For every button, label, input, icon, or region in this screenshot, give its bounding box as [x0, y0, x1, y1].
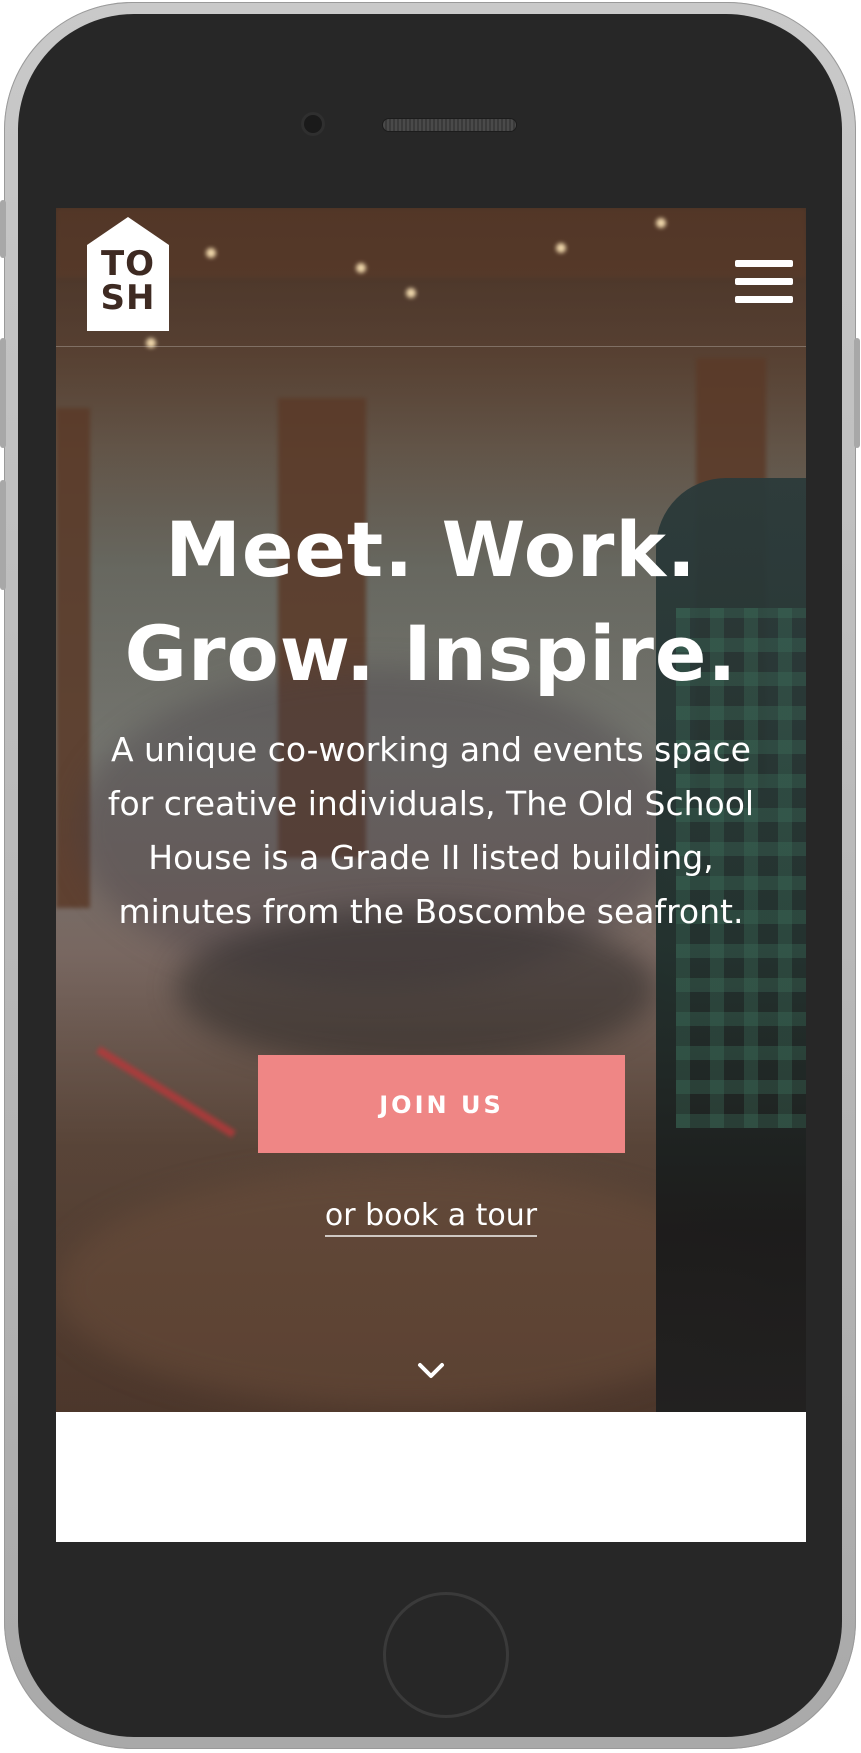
volume-down-button	[0, 480, 6, 590]
phone-screen: TO SH Meet. Work. Grow. Inspire. A uniqu…	[56, 208, 806, 1542]
chevron-down-icon[interactable]	[416, 1356, 446, 1386]
menu-bar-top	[735, 260, 793, 267]
earpiece-speaker	[383, 119, 516, 131]
home-button[interactable]	[383, 1592, 509, 1718]
hamburger-menu-icon[interactable]	[735, 260, 793, 304]
mute-switch	[0, 200, 6, 258]
string-light	[206, 248, 216, 258]
hero-section: TO SH Meet. Work. Grow. Inspire. A uniqu…	[56, 208, 806, 1412]
string-light	[656, 218, 666, 228]
logo-text-bottom: SH	[100, 278, 156, 318]
header-divider	[56, 346, 806, 347]
book-tour-container: or book a tour	[56, 1198, 806, 1237]
logo-text: TO SH	[87, 247, 169, 315]
book-tour-link[interactable]: or book a tour	[324, 1198, 538, 1237]
hero-description: A unique co-working and events space for…	[107, 730, 755, 931]
headline-line-2: Grow. Inspire.	[124, 609, 738, 698]
string-light	[406, 288, 416, 298]
power-button	[854, 338, 860, 448]
volume-up-button	[0, 338, 6, 448]
headline-line-1: Meet. Work.	[165, 505, 697, 594]
logo-text-top: TO	[100, 244, 156, 284]
join-us-button[interactable]: JOIN US	[258, 1055, 625, 1153]
menu-bar-middle	[735, 278, 793, 285]
hero-headline: Meet. Work. Grow. Inspire.	[56, 498, 806, 706]
string-light	[556, 243, 566, 253]
menu-bar-bottom	[735, 296, 793, 303]
tosh-logo[interactable]: TO SH	[87, 217, 169, 331]
front-camera	[304, 115, 322, 133]
red-chair	[96, 1046, 236, 1138]
string-light	[356, 263, 366, 273]
